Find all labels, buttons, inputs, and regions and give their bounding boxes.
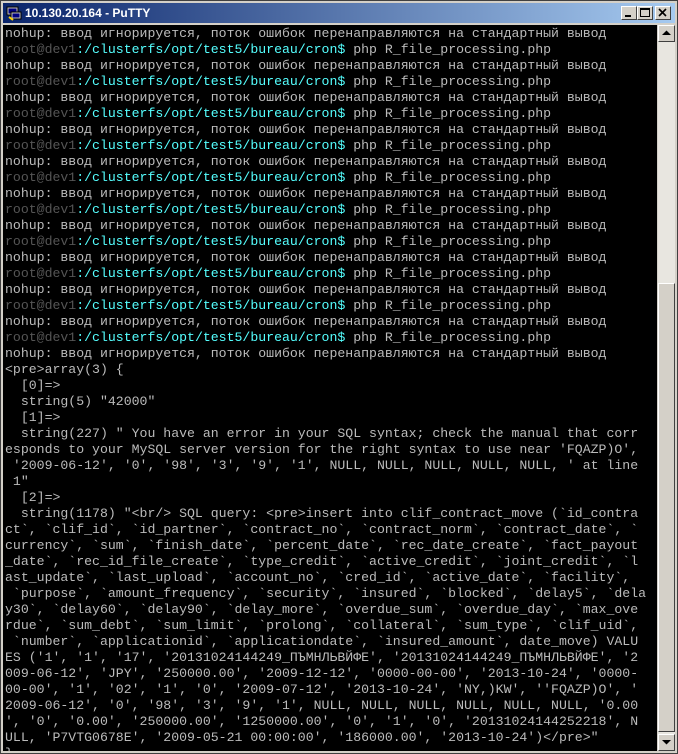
prompt-line: root@dev1:/clusterfs/opt/test5/bureau/cr… (5, 234, 646, 250)
prompt-path: :/clusterfs/opt/test5/bureau/cron$ (76, 74, 346, 89)
output-line: nohup: ввод игнорируется, поток ошибок п… (5, 186, 607, 201)
prompt-user: root@dev1 (5, 330, 77, 345)
maximize-icon (640, 8, 650, 17)
command-text: php R_file_processing.php (345, 170, 552, 185)
output-line: nohup: ввод игнорируется, поток ошибок п… (5, 282, 607, 297)
output-line: <pre>array(3) { (5, 362, 124, 377)
command-text: php R_file_processing.php (345, 298, 552, 313)
output-line: 00-00', '1', '02', '1', '0', '2009-07-12… (5, 682, 639, 697)
output-line: ast_update`, `last_upload`, `account_no`… (5, 570, 631, 585)
output-line: 1" (5, 474, 29, 489)
prompt-line: root@dev1:/clusterfs/opt/test5/bureau/cr… (5, 74, 646, 90)
close-button[interactable] (655, 6, 671, 20)
output-line: y30`, `delay60`, `delay90`, `delay_more`… (5, 602, 639, 617)
output-line: esponds to your MySQL server version for… (5, 442, 639, 457)
maximize-button[interactable] (637, 6, 653, 20)
terminal-output: nohup: ввод игнорируется, поток ошибок п… (5, 26, 646, 751)
prompt-user: root@dev1 (5, 202, 77, 217)
prompt-user: root@dev1 (5, 74, 77, 89)
prompt-path: :/clusterfs/opt/test5/bureau/cron$ (76, 42, 346, 57)
output-line: 009-06-12', 'JPY', '250000.00', '2009-12… (5, 666, 639, 681)
output-line: ', '0', '0.00', '250000.00', '1250000.00… (5, 714, 639, 729)
command-text: php R_file_processing.php (345, 106, 552, 121)
output-line: nohup: ввод игнорируется, поток ошибок п… (5, 122, 607, 137)
minimize-button[interactable] (621, 6, 637, 20)
command-text: php R_file_processing.php (345, 330, 552, 345)
putty-icon[interactable] (6, 5, 22, 21)
output-line: } (5, 746, 646, 751)
output-line: `purpose`, `amount_frequency`, `security… (5, 586, 647, 601)
prompt-line: root@dev1:/clusterfs/opt/test5/bureau/cr… (5, 106, 646, 122)
scrollbar-thumb[interactable] (658, 283, 675, 732)
prompt-path: :/clusterfs/opt/test5/bureau/cron$ (76, 138, 346, 153)
command-text: php R_file_processing.php (345, 202, 552, 217)
prompt-line: root@dev1:/clusterfs/opt/test5/bureau/cr… (5, 298, 646, 314)
output-line: ct`, `clif_id`, `id_partner`, `contract_… (5, 522, 639, 537)
output-line: string(5) "42000" (5, 394, 156, 409)
output-line: string(227) " You have an error in your … (5, 426, 639, 441)
command-text: php R_file_processing.php (345, 138, 552, 153)
output-line: '2009-06-12', '0', '98', '3', '9', '1', … (5, 458, 639, 473)
prompt-user: root@dev1 (5, 266, 77, 281)
prompt-user: root@dev1 (5, 298, 77, 313)
output-line: currency`, `sum`, `finish_date`, `percen… (5, 538, 639, 553)
output-line: nohup: ввод игнорируется, поток ошибок п… (5, 90, 607, 105)
arrow-up-icon (662, 30, 671, 35)
output-line: _date`, `rec_id_file_create`, `type_cred… (5, 554, 639, 569)
output-line: rdue`, `sum_debt`, `sum_limit`, `prolong… (5, 618, 639, 633)
output-line: nohup: ввод игнорируется, поток ошибок п… (5, 218, 607, 233)
output-line: `number`, `applicationid`, `applicationd… (5, 634, 639, 649)
output-line: [2]=> (5, 490, 61, 505)
title-bar[interactable]: 10.130.20.164 - PuTTY (3, 3, 675, 23)
prompt-line: root@dev1:/clusterfs/opt/test5/bureau/cr… (5, 330, 646, 346)
command-text: php R_file_processing.php (345, 74, 552, 89)
prompt-user: root@dev1 (5, 138, 77, 153)
prompt-line: root@dev1:/clusterfs/opt/test5/bureau/cr… (5, 266, 646, 282)
output-line: nohup: ввод игнорируется, поток ошибок п… (5, 346, 607, 361)
prompt-user: root@dev1 (5, 234, 77, 249)
scroll-up-button[interactable] (658, 25, 675, 42)
output-line: string(1178) "<br/> SQL query: <pre>inse… (5, 506, 639, 521)
vertical-scrollbar[interactable] (658, 25, 675, 751)
prompt-path: :/clusterfs/opt/test5/bureau/cron$ (76, 330, 346, 345)
arrow-down-icon (662, 740, 671, 745)
output-line: [1]=> (5, 410, 61, 425)
prompt-path: :/clusterfs/opt/test5/bureau/cron$ (76, 266, 346, 281)
output-line: nohup: ввод игнорируется, поток ошибок п… (5, 58, 607, 73)
prompt-path: :/clusterfs/opt/test5/bureau/cron$ (76, 298, 346, 313)
minimize-icon (625, 15, 631, 17)
command-text: php R_file_processing.php (345, 234, 552, 249)
prompt-path: :/clusterfs/opt/test5/bureau/cron$ (76, 106, 346, 121)
prompt-path: :/clusterfs/opt/test5/bureau/cron$ (76, 234, 346, 249)
output-line: 2009-06-12', '0', '98', '3', '9', '1', N… (5, 698, 639, 713)
output-line: ES ('1', '1', '17', '20131024144249_ПЪМН… (5, 650, 639, 665)
output-line: ULL, 'P7VTG0678E', '2009-05-21 00:00:00'… (5, 730, 599, 745)
output-line: nohup: ввод игнорируется, поток ошибок п… (5, 250, 607, 265)
command-text: php R_file_processing.php (345, 42, 552, 57)
close-icon (658, 8, 667, 17)
prompt-line: root@dev1:/clusterfs/opt/test5/bureau/cr… (5, 42, 646, 58)
command-text: php R_file_processing.php (345, 266, 552, 281)
putty-window: 10.130.20.164 - PuTTY nohup: ввод игнори… (0, 0, 678, 754)
output-line: nohup: ввод игнорируется, поток ошибок п… (5, 26, 607, 41)
prompt-user: root@dev1 (5, 42, 77, 57)
output-line: [0]=> (5, 378, 61, 393)
prompt-line: root@dev1:/clusterfs/opt/test5/bureau/cr… (5, 170, 646, 186)
prompt-line: root@dev1:/clusterfs/opt/test5/bureau/cr… (5, 138, 646, 154)
prompt-path: :/clusterfs/opt/test5/bureau/cron$ (76, 202, 346, 217)
output-line: nohup: ввод игнорируется, поток ошибок п… (5, 154, 607, 169)
output-line: nohup: ввод игнорируется, поток ошибок п… (5, 314, 607, 329)
prompt-user: root@dev1 (5, 106, 77, 121)
prompt-line: root@dev1:/clusterfs/opt/test5/bureau/cr… (5, 202, 646, 218)
window-title: 10.130.20.164 - PuTTY (25, 6, 151, 20)
scroll-down-button[interactable] (658, 734, 675, 751)
terminal-area[interactable]: nohup: ввод игнорируется, поток ошибок п… (3, 25, 657, 751)
prompt-user: root@dev1 (5, 170, 77, 185)
prompt-path: :/clusterfs/opt/test5/bureau/cron$ (76, 170, 346, 185)
